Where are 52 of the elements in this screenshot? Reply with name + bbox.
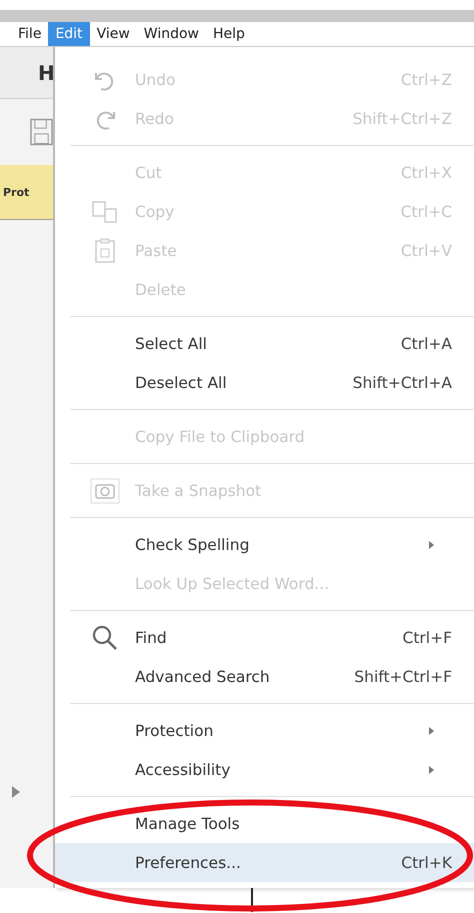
shortcut-label: Shift+Ctrl+A	[352, 374, 452, 392]
menu-item-label: Delete	[135, 280, 187, 298]
shortcut-label: Ctrl+Z	[400, 70, 452, 88]
submenu-arrow-icon	[429, 726, 434, 734]
menu-item-label: Copy	[135, 202, 176, 220]
menu-item-label: Paste	[135, 242, 178, 260]
menu-bar-item[interactable]: Help	[206, 22, 252, 46]
menu-bar-item[interactable]: View	[90, 22, 137, 46]
highlighted-menu-item[interactable]: Preferences... Ctrl+K	[55, 843, 474, 882]
menu-bar-item[interactable]: File	[0, 22, 48, 46]
camera-icon	[90, 478, 120, 504]
menu-item-label: Accessibility	[135, 760, 232, 778]
shortcut-label: Shift+Ctrl+F	[354, 668, 452, 686]
menu-item[interactable]: Find Ctrl+F	[55, 618, 474, 657]
shortcut-label: Ctrl+C	[400, 202, 452, 220]
shortcut-label: Ctrl+F	[402, 628, 452, 646]
menu-item-label: Cut	[135, 164, 163, 182]
menu-item-label: Undo	[135, 70, 176, 88]
menu-item-label: Check Spelling	[135, 536, 250, 554]
menu-item[interactable]: Select All Ctrl+A	[55, 324, 474, 363]
notice-banner: Prot	[0, 165, 53, 220]
shortcut-label: Shift+Ctrl+Z	[352, 110, 452, 128]
expand-arrow-icon[interactable]	[12, 786, 20, 798]
shortcut-label: Ctrl+A	[400, 334, 452, 352]
menu-item-label: Manage Tools	[135, 814, 241, 832]
menu-item-label: Copy File to Clipboard	[135, 428, 306, 446]
menu-item-label: Select All	[135, 334, 208, 352]
menu-item-label: Protection	[135, 722, 214, 740]
menu-item[interactable]: Manage Tools	[55, 804, 474, 843]
menu-item[interactable]: Protection	[55, 711, 474, 750]
copy-icon	[91, 200, 119, 224]
shortcut-label: Ctrl+K	[401, 854, 452, 872]
submenu-arrow-icon	[429, 540, 434, 548]
menu-item[interactable]: Check Spelling	[55, 525, 474, 564]
menu-item-label: Take a Snapshot	[135, 482, 262, 500]
search-icon	[91, 624, 119, 652]
menu-item[interactable]: Deselect All Shift+Ctrl+A	[55, 363, 474, 402]
menu-item-label: Advanced Search	[135, 668, 271, 686]
menu-item[interactable]: Advanced Search Shift+Ctrl+F	[55, 657, 474, 696]
text-cursor	[251, 888, 253, 912]
menu-item-label: Look Up Selected Word...	[135, 574, 330, 592]
submenu-arrow-icon	[429, 766, 434, 774]
shortcut-label: Ctrl+V	[400, 242, 452, 260]
save-icon[interactable]	[30, 118, 53, 146]
panel-title: H	[38, 60, 55, 84]
menu-item-label: Redo	[135, 110, 175, 128]
menu-item-label: Deselect All	[135, 374, 228, 392]
menu-item[interactable]: Accessibility	[55, 750, 474, 789]
menu-item-label: Find	[135, 628, 168, 646]
menu-item-label: Preferences...	[135, 854, 242, 872]
shortcut-label: Ctrl+X	[400, 164, 452, 182]
menu-bar-item[interactable]: Window	[136, 22, 206, 46]
